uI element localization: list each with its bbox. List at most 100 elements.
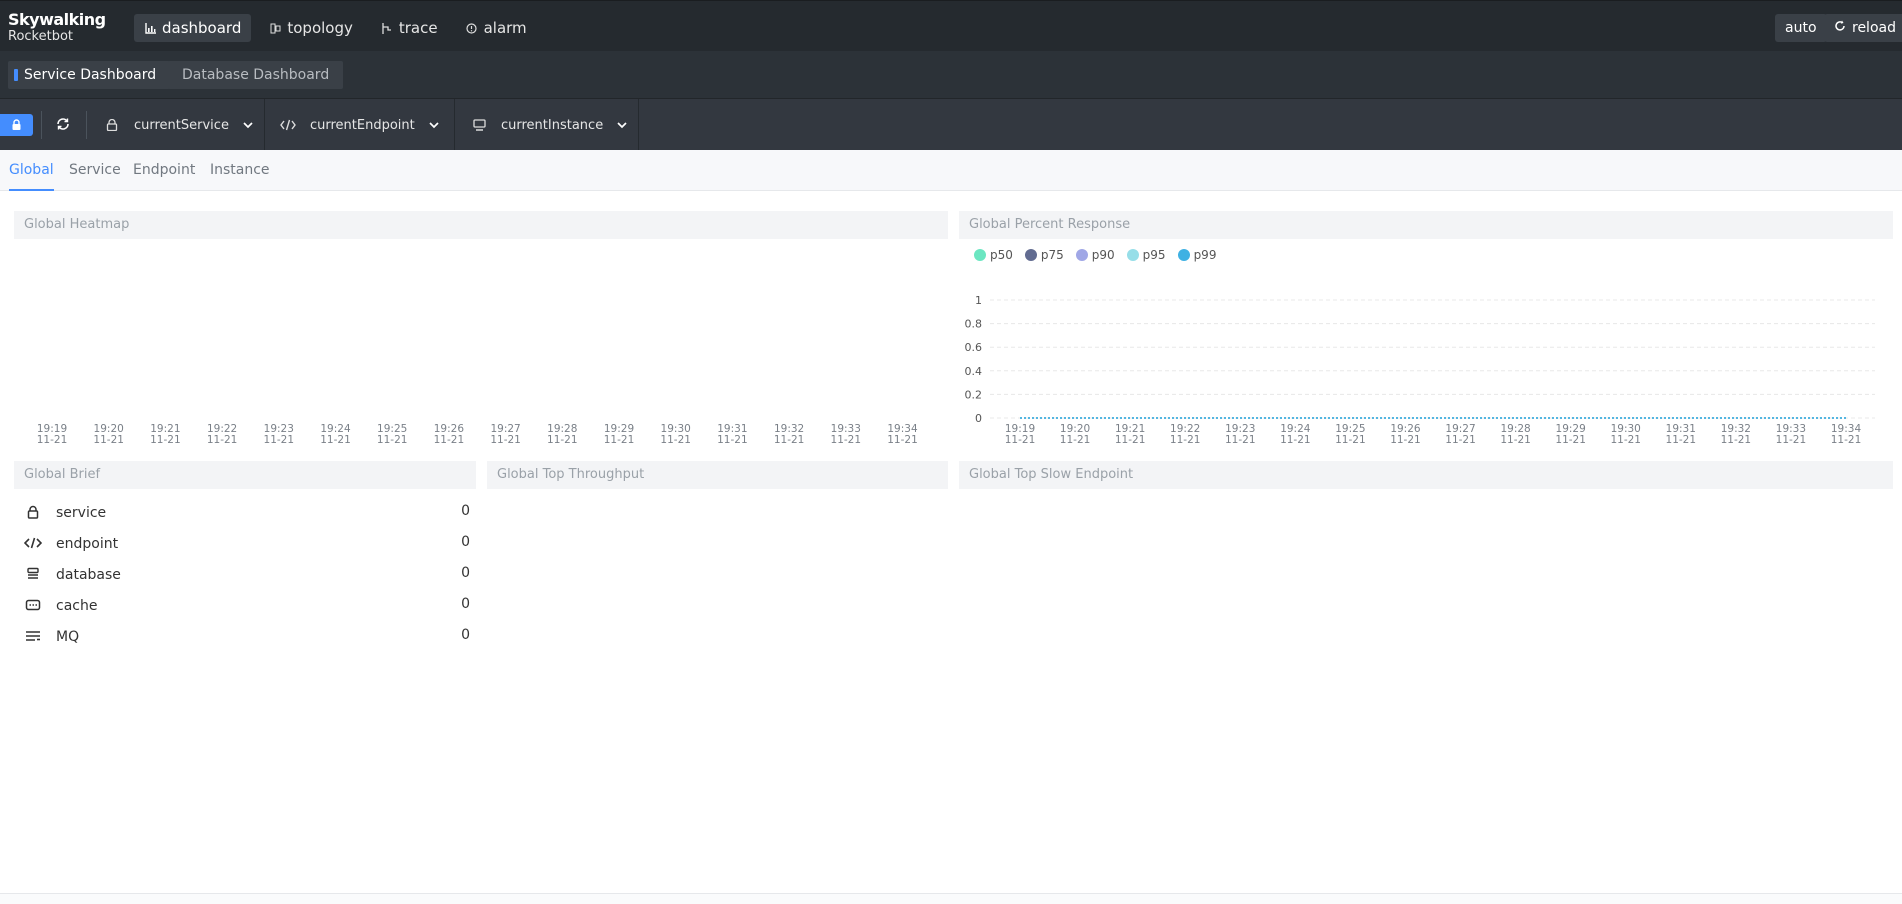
global-heatmap-title: Global Heatmap [14, 211, 948, 239]
logo: Skywalking Rocketbot [8, 11, 106, 45]
lock-button[interactable] [0, 114, 33, 136]
brief-value: 0 [461, 503, 470, 519]
reload-icon [1834, 20, 1846, 36]
x-tick-label: 19:28 11-21 [1500, 423, 1531, 446]
x-tick-label: 19:23 11-21 [1225, 423, 1256, 446]
alarm-icon [466, 22, 478, 34]
service-selector[interactable]: currentService [104, 99, 265, 151]
x-tick-label: 19:28 11-21 [547, 423, 578, 446]
y-tick-label: 0.2 [965, 388, 983, 401]
brief-value: 0 [461, 534, 470, 550]
x-tick-label: 19:22 11-21 [206, 423, 238, 446]
x-tick-label: 19:30 11-21 [660, 423, 691, 446]
instance-selector[interactable]: currentInstance [455, 99, 639, 151]
global-top-throughput-title: Global Top Throughput [487, 461, 948, 489]
scope-tabs: Global Service Endpoint Instance [0, 150, 1902, 191]
x-tick-label: 19:30 11-21 [1610, 423, 1641, 446]
percent-response-legend: p50 p75 p90 p95 p99 [974, 248, 1216, 262]
x-tick-label: 19:21 11-21 [1114, 423, 1146, 446]
refresh-button[interactable] [52, 114, 74, 136]
footer-bar [0, 893, 1902, 904]
x-tick-label: 19:27 11-21 [490, 423, 521, 446]
x-tick-label: 19:19 11-21 [36, 423, 68, 446]
y-tick-label: 0.6 [965, 341, 983, 354]
auto-label: auto [1785, 20, 1817, 36]
tab-database-dashboard[interactable]: Database Dashboard [168, 61, 344, 89]
toolbar-divider [41, 111, 42, 139]
tab-service[interactable]: Service [69, 150, 121, 191]
x-tick-label: 19:34 11-21 [1830, 423, 1862, 446]
legend-dot [1075, 249, 1088, 261]
nav-topology-label: topology [287, 19, 353, 37]
legend-dot [974, 249, 986, 261]
x-tick-label: 19:26 11-21 [1390, 423, 1421, 446]
legend-label: p90 [1091, 248, 1115, 262]
y-tick-label: 0.8 [965, 318, 983, 331]
tab-global[interactable]: Global [9, 150, 54, 191]
x-tick-label: 19:21 11-21 [150, 423, 181, 446]
brief-value: 0 [461, 565, 470, 581]
x-tick-label: 19:31 11-21 [1665, 423, 1697, 446]
top-nav: Skywalking Rocketbot dashboard topology … [0, 0, 1902, 51]
x-tick-label: 19:27 11-21 [1445, 423, 1476, 446]
brief-row-service: service 0 [24, 503, 470, 536]
x-tick-label: 19:34 11-21 [887, 423, 918, 446]
chevron-down-icon [617, 121, 627, 129]
tab-instance[interactable]: Instance [210, 150, 270, 191]
current-instance: currentInstance [501, 117, 604, 133]
legend-item-p50[interactable]: p50 [974, 248, 1013, 262]
x-tick-label: 19:31 11-21 [717, 423, 748, 446]
x-tick-label: 19:24 11-21 [1280, 423, 1311, 446]
brief-row-mq: MQ 0 [24, 627, 470, 660]
brief-label: service [56, 505, 107, 521]
auto-button[interactable]: auto [1775, 14, 1827, 42]
endpoint-icon [280, 119, 296, 131]
chart-icon [144, 22, 156, 34]
mq-icon [24, 629, 42, 643]
x-tick-label: 19:29 11-21 [1555, 423, 1586, 446]
brief-value: 0 [461, 627, 470, 643]
tab-service-dashboard[interactable]: Service Dashboard [8, 61, 171, 89]
trace-icon [381, 22, 393, 34]
legend-item-p75[interactable]: p75 [1024, 248, 1064, 262]
global-top-slow-endpoint-title: Global Top Slow Endpoint [959, 461, 1893, 489]
x-tick-label: 19:32 11-21 [1720, 423, 1752, 446]
x-tick-label: 19:23 11-21 [263, 423, 295, 446]
endpoint-selector[interactable]: currentEndpoint [265, 99, 455, 151]
tab-database-dashboard-label: Database Dashboard [182, 67, 330, 83]
legend-item-p95[interactable]: p95 [1126, 248, 1166, 262]
x-tick-label: 19:25 11-21 [376, 423, 408, 446]
service-icon [24, 505, 42, 519]
reload-button[interactable]: reload [1824, 14, 1902, 42]
brief-label: cache [56, 598, 98, 614]
x-tick-label: 19:24 11-21 [320, 423, 351, 446]
x-tick-label: 19:19 11-21 [1004, 423, 1036, 446]
legend-dot [1177, 249, 1190, 261]
legend-item-p99[interactable]: p99 [1177, 248, 1217, 262]
endpoint-icon [24, 536, 42, 550]
nav-topology[interactable]: topology [259, 14, 363, 42]
reload-label: reload [1852, 20, 1896, 36]
legend-item-p90[interactable]: p90 [1075, 248, 1115, 262]
legend-label: p99 [1193, 248, 1217, 262]
nav-trace-label: trace [398, 19, 438, 37]
logo-subtitle: Rocketbot [8, 29, 74, 44]
nav-trace[interactable]: trace [371, 14, 448, 42]
tab-endpoint[interactable]: Endpoint [133, 150, 195, 191]
y-tick-label: 0.4 [965, 365, 983, 378]
x-tick-label: 19:20 11-21 [93, 423, 124, 446]
nav-alarm[interactable]: alarm [456, 14, 537, 42]
y-tick-label: 1 [975, 294, 982, 307]
nav-dashboard-label: dashboard [162, 19, 242, 37]
main-menu: dashboard topology trace alarm [134, 14, 537, 42]
brief-row-cache: cache 0 [24, 596, 470, 629]
chevron-down-icon [429, 121, 439, 129]
nav-dashboard[interactable]: dashboard [134, 14, 252, 42]
x-tick-label: 19:22 11-21 [1169, 423, 1201, 446]
legend-label: p95 [1142, 248, 1166, 262]
x-tick-label: 19:33 11-21 [1775, 423, 1807, 446]
brief-label: database [56, 567, 121, 583]
lock-icon [11, 116, 22, 135]
topology-icon [269, 22, 281, 34]
brief-row-database: database 0 [24, 565, 470, 598]
